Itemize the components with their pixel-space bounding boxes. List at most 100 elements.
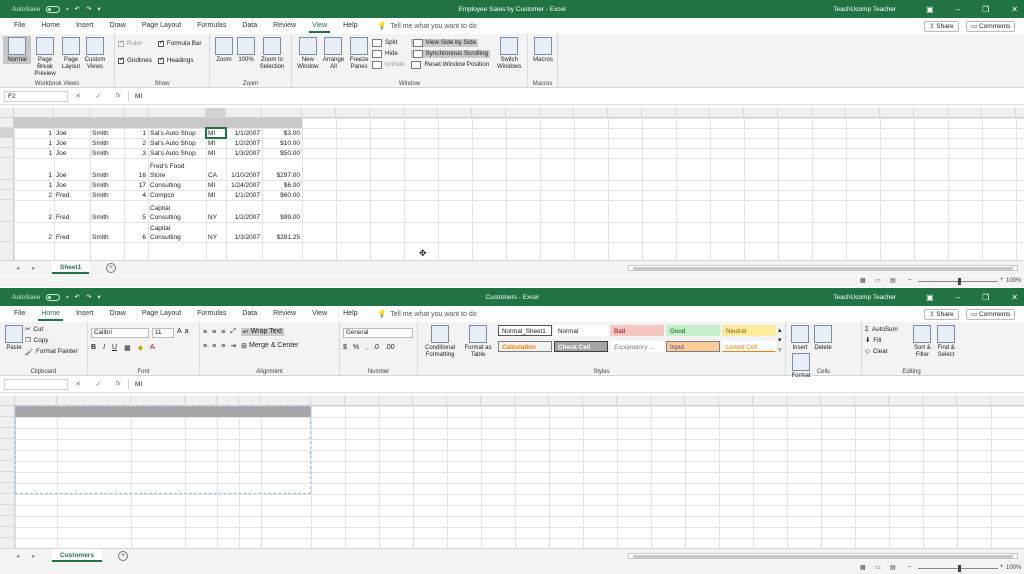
data-cell[interactable]: CapitalConsulting bbox=[148, 180, 206, 190]
view-side-by-side-button[interactable]: View Side by Side bbox=[411, 37, 494, 48]
data-cell[interactable]: Smith bbox=[90, 200, 124, 222]
header-cell[interactable] bbox=[148, 118, 206, 128]
data-cell[interactable]: Sal's Auto Shop bbox=[148, 148, 206, 158]
align-right-icon[interactable]: ≡ bbox=[221, 343, 225, 350]
column-header[interactable] bbox=[574, 108, 608, 118]
ruler-checkbox[interactable]: Ruler bbox=[118, 38, 152, 49]
autosave-toggle[interactable] bbox=[46, 293, 61, 301]
save-icon[interactable]: ▪ bbox=[66, 294, 68, 301]
data-cell[interactable]: 4 bbox=[124, 190, 148, 200]
insert-cells-button[interactable]: Insert bbox=[789, 324, 811, 352]
data-cell[interactable]: Smith bbox=[90, 180, 124, 190]
data-cell[interactable]: Joe bbox=[54, 128, 90, 138]
restore-icon[interactable]: ❐ bbox=[982, 5, 989, 14]
data-cell[interactable]: 5 bbox=[124, 200, 148, 222]
share-button[interactable]: ⇧ Share bbox=[924, 21, 959, 32]
cancel-icon[interactable]: ✕ bbox=[75, 92, 80, 100]
column-header[interactable] bbox=[753, 396, 787, 406]
tab-file[interactable]: File bbox=[6, 306, 33, 322]
zoom-in-icon[interactable]: + bbox=[1000, 277, 1004, 283]
column-header[interactable] bbox=[948, 108, 982, 118]
data-cell[interactable]: 2 bbox=[14, 222, 54, 242]
page-layout-status-icon[interactable]: ▭ bbox=[875, 277, 881, 284]
data-cell[interactable]: 1/1/2007 bbox=[226, 128, 262, 138]
column-header[interactable] bbox=[821, 396, 855, 406]
row-header[interactable] bbox=[0, 483, 15, 494]
formula-bar-checkbox[interactable]: Formula Bar bbox=[157, 38, 202, 49]
tab-data[interactable]: Data bbox=[234, 18, 265, 34]
data-cell[interactable]: 1/1/2007 bbox=[226, 190, 262, 200]
data-cell[interactable]: 1/24/2007 bbox=[226, 180, 262, 190]
autosave-toggle[interactable] bbox=[46, 5, 61, 13]
data-cell[interactable]: 1/2/2007 bbox=[226, 138, 262, 148]
row-header[interactable] bbox=[0, 494, 15, 505]
column-header[interactable] bbox=[262, 108, 302, 118]
column-header[interactable] bbox=[131, 396, 185, 406]
decrease-decimal-icon[interactable]: .00 bbox=[385, 344, 395, 351]
cut-button[interactable]: ✂ Cut bbox=[25, 324, 78, 335]
paste-button[interactable]: Paste bbox=[3, 324, 25, 357]
data-cell[interactable]: 1 bbox=[14, 138, 54, 148]
customize-qat-icon[interactable]: ▾ bbox=[97, 293, 100, 301]
close-icon[interactable]: ✕ bbox=[1011, 293, 1018, 302]
column-header[interactable] bbox=[540, 108, 574, 118]
minimize-icon[interactable]: – bbox=[956, 5, 960, 14]
data-cell[interactable]: 6 bbox=[124, 222, 148, 242]
style-calculation[interactable]: Calculation bbox=[498, 341, 552, 352]
column-header[interactable] bbox=[447, 396, 481, 406]
column-header[interactable] bbox=[217, 396, 239, 406]
data-cell[interactable]: Fred's Food Store bbox=[148, 158, 206, 180]
select-all-corner[interactable] bbox=[0, 108, 14, 118]
row-header[interactable] bbox=[0, 138, 14, 148]
column-header[interactable] bbox=[642, 108, 676, 118]
horizontal-scrollbar[interactable] bbox=[628, 265, 1018, 271]
tab-formulas[interactable]: Formulas bbox=[189, 306, 234, 322]
column-header[interactable] bbox=[846, 108, 880, 118]
data-cell[interactable]: 1/2/2007 bbox=[226, 200, 262, 222]
worksheet-grid[interactable] bbox=[0, 396, 1024, 548]
data-cell[interactable]: 2 bbox=[14, 200, 54, 222]
redo-icon[interactable]: ↷ bbox=[86, 5, 91, 13]
row-header[interactable] bbox=[0, 417, 15, 428]
column-header[interactable] bbox=[608, 108, 642, 118]
data-cell[interactable]: 1 bbox=[14, 158, 54, 180]
data-cell[interactable]: $60.00 bbox=[262, 190, 302, 200]
orientation-icon[interactable]: ⤢ bbox=[230, 328, 236, 336]
merge-center-button[interactable]: ⊞ Merge & Center bbox=[241, 342, 298, 350]
scroll-left-icon[interactable]: ◂ bbox=[16, 264, 19, 272]
insert-function-icon[interactable]: fx bbox=[116, 92, 121, 100]
tell-me-search[interactable]: 💡 Tell me what you want to do bbox=[378, 310, 477, 319]
worksheet-grid[interactable]: 1 Joe Smith 1 Sal's Auto Shop MI 1/1/2007 $3.00… bbox=[0, 108, 1024, 260]
data-cell[interactable]: 1 bbox=[124, 128, 148, 138]
sheet-tab-customers[interactable]: Customers bbox=[52, 549, 102, 562]
row-header[interactable] bbox=[0, 461, 15, 472]
fill-color-icon[interactable]: ◆ bbox=[138, 344, 143, 352]
column-header[interactable] bbox=[311, 396, 345, 406]
column-header[interactable] bbox=[54, 108, 90, 118]
zoom-selection-button[interactable]: Zoom to Selection bbox=[257, 36, 287, 71]
column-header[interactable] bbox=[880, 108, 914, 118]
data-cell[interactable]: $281.25 bbox=[262, 222, 302, 242]
format-as-table-button[interactable]: Format as Table bbox=[462, 324, 494, 359]
data-cell[interactable]: CA bbox=[206, 158, 226, 180]
data-cell[interactable]: Fred bbox=[54, 222, 90, 242]
data-cell[interactable]: $3.00 bbox=[262, 128, 302, 138]
column-header[interactable] bbox=[855, 396, 889, 406]
row-header[interactable] bbox=[0, 439, 15, 450]
insert-function-icon[interactable]: fx bbox=[116, 380, 121, 388]
borders-icon[interactable]: ▦ bbox=[124, 344, 131, 352]
zoom-button[interactable]: Zoom bbox=[213, 36, 235, 64]
font-color-icon[interactable]: A bbox=[150, 344, 155, 352]
ribbon-display-icon[interactable]: ▣ bbox=[926, 293, 934, 302]
minimize-icon[interactable]: – bbox=[956, 293, 960, 302]
split-button[interactable]: Split bbox=[371, 37, 411, 48]
row-header[interactable] bbox=[0, 472, 15, 483]
data-cell[interactable]: MI bbox=[206, 190, 226, 200]
switch-windows-button[interactable]: Switch Windows bbox=[494, 36, 524, 71]
macros-button[interactable]: Macros bbox=[531, 36, 555, 64]
data-cell[interactable]: Fred bbox=[54, 190, 90, 200]
data-cell[interactable]: 1 bbox=[14, 148, 54, 158]
find-select-button[interactable]: Find & Select bbox=[934, 324, 958, 359]
comma-icon[interactable]: , bbox=[365, 344, 367, 351]
column-header[interactable] bbox=[651, 396, 685, 406]
